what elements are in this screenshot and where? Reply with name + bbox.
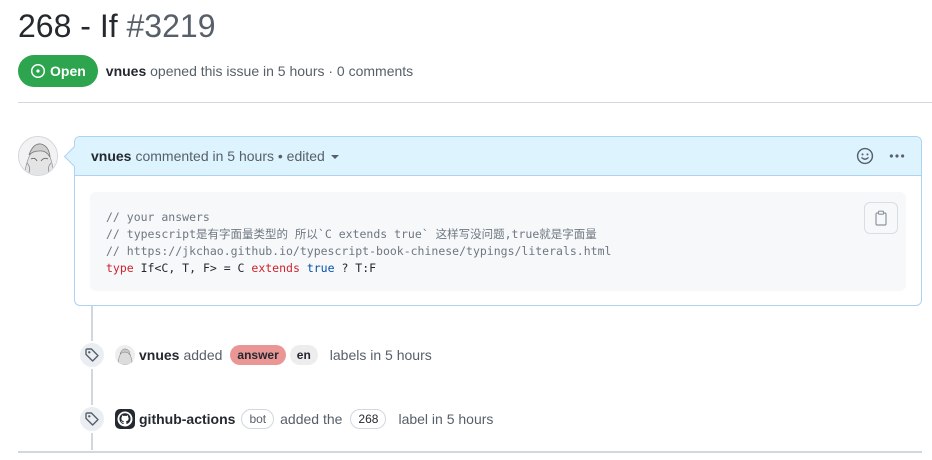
avatar-image	[115, 345, 135, 365]
event-actor-link[interactable]: github-actions	[139, 411, 235, 427]
comment-author-link[interactable]: vnues	[91, 148, 131, 164]
issue-number: #3219	[126, 8, 216, 44]
code-line-2: // typescript是有字面量类型的 所以`C extends true`…	[106, 227, 597, 241]
timeline-event-bot-labeled: github-actions bot added the 268 label i…	[78, 405, 493, 433]
comment-box: vnues commented in 5 hours • edited // y…	[74, 136, 922, 306]
issue-meta-text: vnues opened this issue in 5 hours · 0 c…	[106, 63, 413, 79]
kebab-horizontal-icon[interactable]	[887, 146, 907, 166]
smiley-icon[interactable]	[855, 146, 875, 166]
comment-author-avatar[interactable]	[18, 136, 58, 176]
state-label: Open	[50, 63, 86, 79]
issue-opened-text: opened this issue in 5 hours · 0 comment…	[150, 63, 414, 79]
header-divider	[18, 102, 932, 103]
tag-icon	[85, 348, 99, 362]
code-line-1: // your answers	[106, 210, 210, 224]
state-badge: Open	[18, 55, 98, 87]
label-answer[interactable]: answer	[230, 345, 286, 365]
event-verb: added	[183, 347, 223, 363]
copy-button[interactable]	[864, 202, 898, 234]
comment-meta-text[interactable]: commented in 5 hours • edited	[135, 148, 324, 164]
avatar[interactable]	[115, 345, 135, 365]
issue-opened-icon	[30, 63, 46, 79]
code-text-b	[300, 261, 307, 275]
event-verb: added the	[280, 411, 343, 427]
tag-icon	[85, 412, 99, 426]
label-en[interactable]: en	[289, 345, 318, 365]
bot-badge: bot	[241, 409, 275, 429]
code-keyword-extends: extends	[251, 261, 300, 275]
avatar-image	[19, 137, 57, 175]
code-keyword-type: type	[106, 261, 134, 275]
issue-title: 268 - If #3219	[18, 8, 215, 45]
label-268[interactable]: 268	[350, 409, 387, 429]
comment-header: vnues commented in 5 hours • edited	[75, 137, 921, 176]
code-text-c: ? T:F	[334, 261, 377, 275]
code-line-3: // https://jkchao.github.io/typescript-b…	[106, 244, 612, 258]
issue-meta: Open vnues opened this issue in 5 hours …	[18, 55, 413, 87]
timeline-bottom-divider	[18, 451, 922, 453]
issue-title-text: 268 - If	[18, 8, 118, 44]
event-actor-link[interactable]: vnues	[139, 347, 179, 363]
timeline-event-labeled: vnues added answer en labels in 5 hours	[78, 341, 432, 369]
comment-actions	[855, 146, 907, 166]
issue-author-link[interactable]: vnues	[106, 63, 146, 79]
event-suffix: label in 5 hours	[398, 411, 494, 427]
github-mark-icon	[117, 411, 133, 427]
event-badge	[78, 405, 106, 433]
event-suffix: labels in 5 hours	[329, 347, 432, 363]
code-block: // your answers // typescript是有字面量类型的 所以…	[90, 192, 906, 291]
chevron-down-icon[interactable]	[330, 155, 339, 159]
copy-icon	[875, 210, 887, 226]
code-text-a: If<C, T, F> = C	[133, 261, 252, 275]
github-actions-avatar[interactable]	[115, 409, 135, 429]
code-literal-true: true	[306, 261, 335, 275]
event-badge	[78, 341, 106, 369]
